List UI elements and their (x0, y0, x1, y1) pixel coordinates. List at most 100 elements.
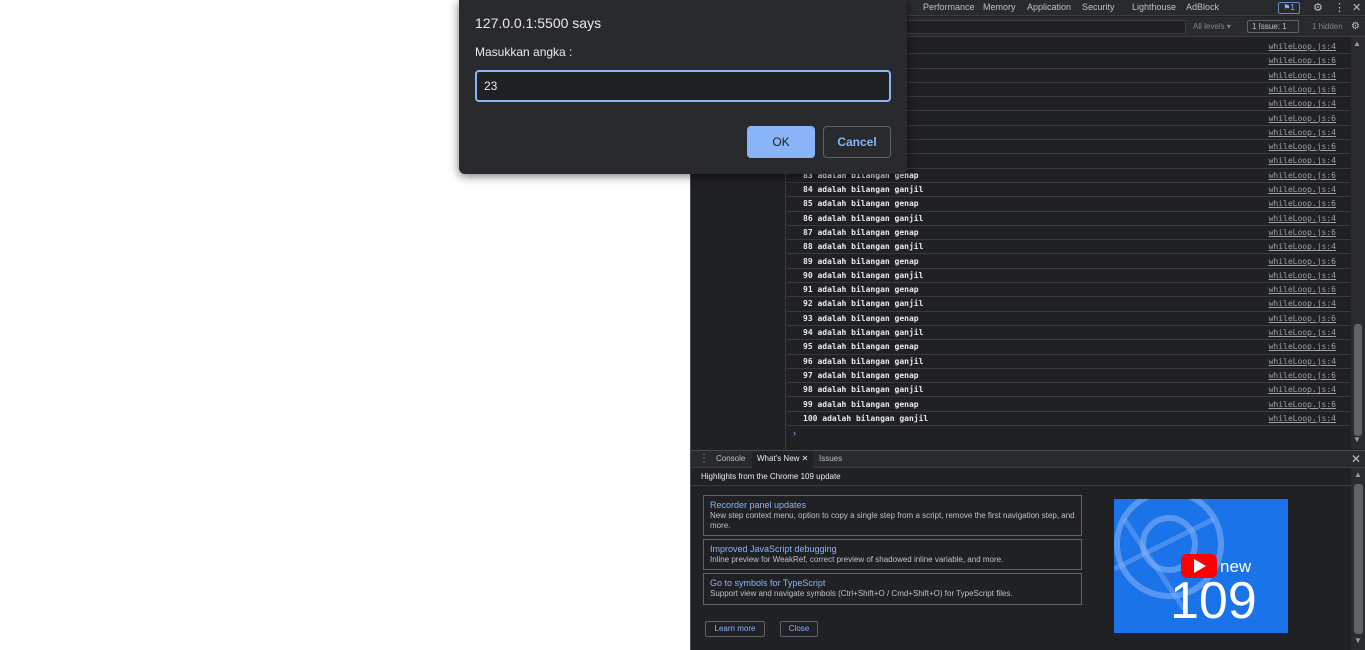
log-message: 95 adalah bilangan genap (803, 342, 919, 352)
card-js-debugging[interactable]: Improved JavaScript debugging Inline pre… (703, 539, 1082, 570)
console-log-line: 96 adalah bilangan ganjil whileLoop.js:4 (787, 355, 1350, 369)
whats-new-scrollbar-thumb[interactable] (1354, 484, 1363, 634)
close-drawer-icon[interactable]: ✕ (1351, 452, 1361, 466)
log-source-link[interactable]: whileLoop.js:4 (1269, 240, 1336, 253)
log-source-link[interactable]: whileLoop.js:6 (1269, 340, 1336, 353)
log-message: 90 adalah bilangan ganjil (803, 270, 924, 280)
scroll-down-icon[interactable]: ▼ (1354, 636, 1362, 645)
log-source-link[interactable]: whileLoop.js:6 (1269, 369, 1336, 382)
log-source-link[interactable]: whileLoop.js:4 (1269, 297, 1336, 310)
log-source-link[interactable]: whileLoop.js:6 (1269, 140, 1336, 153)
log-message: 85 adalah bilangan genap (803, 199, 919, 209)
ok-button[interactable]: OK (747, 126, 815, 158)
tab-performance[interactable]: Performance (923, 2, 975, 12)
tab-security[interactable]: Security (1082, 2, 1115, 12)
card-title[interactable]: Go to symbols for TypeScript (710, 578, 1075, 589)
card-title[interactable]: Improved JavaScript debugging (710, 544, 1075, 555)
drawer-tab-issues[interactable]: Issues (814, 451, 847, 468)
log-source-link[interactable]: whileLoop.js:6 (1269, 83, 1336, 96)
tab-memory[interactable]: Memory (983, 2, 1016, 12)
log-message: 97 adalah bilangan genap (803, 370, 919, 380)
card-recorder-panel[interactable]: Recorder panel updates New step context … (703, 495, 1082, 536)
whats-new-video-thumbnail[interactable]: new 109 (1114, 499, 1288, 633)
log-source-link[interactable]: whileLoop.js:6 (1269, 169, 1336, 182)
console-log-line: 89 adalah bilangan genap whileLoop.js:6 (787, 255, 1350, 269)
drawer-tab-whats-new-label: What's New (757, 454, 800, 463)
whats-new-panel: Highlights from the Chrome 109 update Re… (691, 468, 1351, 650)
close-icon[interactable]: ✕ (1352, 1, 1361, 14)
drawer-menu-icon[interactable]: ⋮ (699, 453, 709, 464)
log-message: 91 adalah bilangan genap (803, 285, 919, 295)
console-log-line: 97 adalah bilangan genap whileLoop.js:6 (787, 369, 1350, 384)
issue-count-button[interactable]: 1 Issue: 1 (1247, 20, 1299, 33)
log-source-link[interactable]: whileLoop.js:4 (1269, 383, 1336, 396)
console-log-line: 86 adalah bilangan ganjil whileLoop.js:4 (787, 212, 1350, 226)
tab-application[interactable]: Application (1027, 2, 1071, 12)
console-scrollbar[interactable]: ▲ ▼ (1351, 37, 1365, 449)
log-source-link[interactable]: whileLoop.js:6 (1269, 283, 1336, 296)
console-log-line: 100 adalah bilangan ganjil whileLoop.js:4 (787, 412, 1350, 427)
log-message: 98 adalah bilangan ganjil (803, 385, 924, 395)
whats-new-scrollbar[interactable]: ▲ ▼ (1351, 468, 1365, 650)
drawer-tab-whats-new[interactable]: What's New ✕ (752, 451, 814, 468)
log-source-link[interactable]: whileLoop.js:4 (1269, 326, 1336, 339)
log-source-link[interactable]: whileLoop.js:4 (1269, 40, 1336, 53)
log-source-link[interactable]: whileLoop.js:4 (1269, 183, 1336, 196)
log-source-link[interactable]: whileLoop.js:6 (1269, 398, 1336, 411)
log-source-link[interactable]: whileLoop.js:4 (1269, 126, 1336, 139)
dialog-message: Masukkan angka : (475, 45, 573, 59)
log-source-link[interactable]: whileLoop.js:6 (1269, 226, 1336, 239)
log-source-link[interactable]: whileLoop.js:6 (1269, 197, 1336, 210)
log-levels-dropdown[interactable]: All levels ▾ (1193, 22, 1231, 31)
log-source-link[interactable]: whileLoop.js:6 (1269, 54, 1336, 67)
hidden-messages-count: 1 hidden (1312, 22, 1343, 31)
log-source-link[interactable]: whileLoop.js:6 (1269, 112, 1336, 125)
tab-lighthouse[interactable]: Lighthouse (1132, 2, 1176, 12)
console-log-line: 98 adalah bilangan ganjil whileLoop.js:4 (787, 383, 1350, 398)
console-log-line: 87 adalah bilangan genap whileLoop.js:6 (787, 226, 1350, 241)
card-description: New step context menu, option to copy a … (710, 511, 1075, 530)
log-source-link[interactable]: whileLoop.js:6 (1269, 312, 1336, 325)
card-typescript-symbols[interactable]: Go to symbols for TypeScript Support vie… (703, 573, 1082, 605)
scroll-up-icon[interactable]: ▲ (1354, 470, 1362, 479)
log-source-link[interactable]: whileLoop.js:4 (1269, 212, 1336, 225)
console-settings-gear-icon[interactable]: ⚙ (1351, 21, 1360, 32)
scroll-down-icon[interactable]: ▼ (1353, 435, 1361, 444)
learn-more-button[interactable]: Learn more (705, 621, 765, 637)
console-scrollbar-thumb[interactable] (1354, 324, 1362, 436)
log-source-link[interactable]: whileLoop.js:6 (1269, 255, 1336, 268)
tab-adblock[interactable]: AdBlock (1186, 2, 1219, 12)
log-source-link[interactable]: whileLoop.js:4 (1269, 355, 1336, 368)
log-source-link[interactable]: whileLoop.js:4 (1269, 412, 1336, 425)
log-source-link[interactable]: whileLoop.js:4 (1269, 69, 1336, 82)
card-title[interactable]: Recorder panel updates (710, 500, 1075, 511)
console-log-line: 94 adalah bilangan ganjil whileLoop.js:4 (787, 326, 1350, 341)
log-message: 96 adalah bilangan ganjil (803, 356, 924, 366)
log-message: 86 adalah bilangan ganjil (803, 213, 924, 223)
issues-flag-button[interactable]: ⚑1 (1278, 2, 1300, 14)
log-source-link[interactable]: whileLoop.js:4 (1269, 269, 1336, 282)
prompt-input[interactable] (475, 70, 891, 102)
log-message: 87 adalah bilangan genap (803, 227, 919, 237)
drawer-tab-console[interactable]: Console (711, 451, 750, 468)
log-message: 84 adalah bilangan ganjil (803, 185, 924, 194)
log-message: 92 adalah bilangan ganjil (803, 299, 924, 309)
close-button[interactable]: Close (780, 621, 818, 637)
scroll-up-icon[interactable]: ▲ (1353, 39, 1361, 48)
console-log-line: 99 adalah bilangan genap whileLoop.js:6 (787, 398, 1350, 412)
screen: Performance Memory Application Security … (0, 0, 1365, 650)
thumbnail-version-label: 109 (1170, 572, 1257, 630)
gear-icon[interactable]: ⚙ (1313, 1, 1323, 14)
log-source-link[interactable]: whileLoop.js:4 (1269, 97, 1336, 110)
log-message: 100 adalah bilangan ganjil (803, 413, 929, 423)
prompt-dialog: 127.0.0.1:5500 says Masukkan angka : OK … (459, 0, 907, 174)
console-log-line: 85 adalah bilangan genap whileLoop.js:6 (787, 197, 1350, 212)
log-source-link[interactable]: whileLoop.js:4 (1269, 154, 1336, 167)
console-prompt[interactable]: › (793, 428, 796, 438)
dialog-title: 127.0.0.1:5500 says (475, 15, 602, 31)
console-log-line: 91 adalah bilangan genap whileLoop.js:6 (787, 283, 1350, 298)
cancel-button[interactable]: Cancel (823, 126, 891, 158)
drawer-tab-bar: ⋮ Console What's New ✕ Issues ✕ (691, 450, 1365, 468)
more-options-icon[interactable]: ⋮ (1334, 1, 1345, 14)
close-tab-icon[interactable]: ✕ (802, 454, 809, 463)
